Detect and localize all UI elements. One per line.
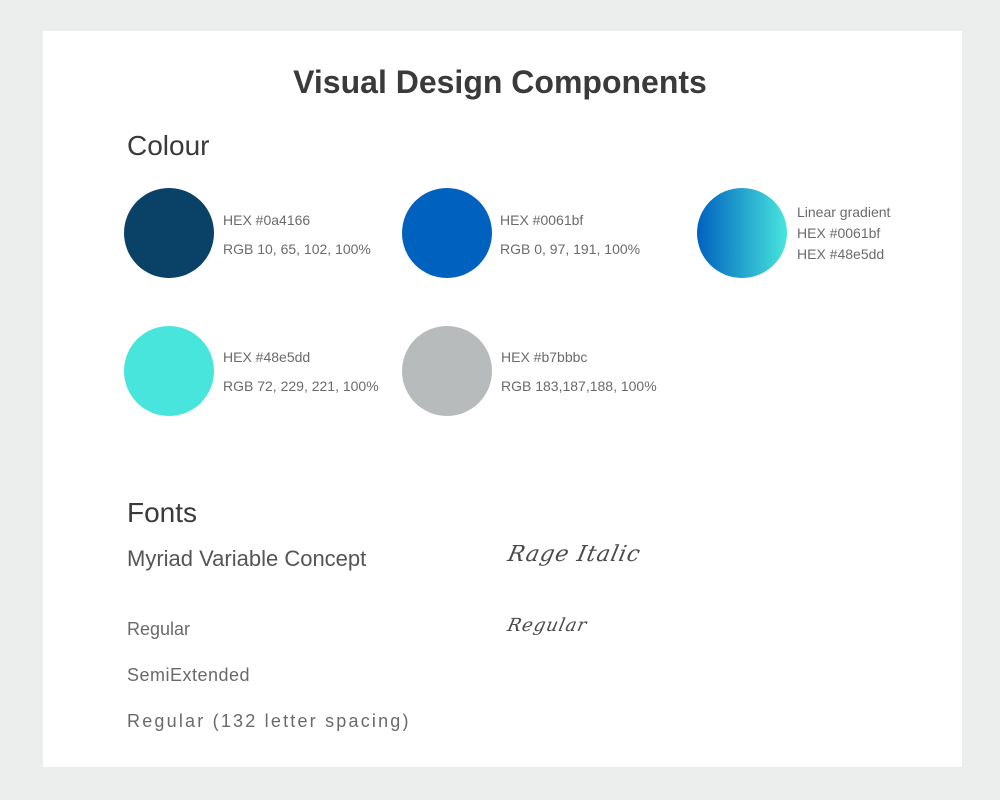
primary-font-style-spaced: Regular (132 letter spacing) [127,711,411,731]
hex-value: HEX #48e5dd [797,246,885,262]
hex-value: HEX #0a4166 [223,212,311,228]
colour-swatch-aqua-info: HEX #48e5dd RGB 72, 229, 221, 100% [223,350,379,393]
primary-font-style-semiextended: SemiExtended [127,665,251,685]
colour-swatch-blue [402,188,492,278]
colour-heading: Colour [127,130,210,161]
rgb-value: RGB 183,187,188, 100% [501,378,657,394]
hex-value: HEX #48e5dd [223,349,311,365]
colour-swatch-gradient-info: Linear gradient HEX #0061bf HEX #48e5dd [797,202,890,265]
fonts-heading: Fonts [127,497,198,528]
page-title: Visual Design Components [293,64,707,100]
colour-swatch-grey-info: HEX #b7bbbc RGB 183,187,188, 100% [501,350,657,393]
script-font-name: Rage Italic [505,542,644,567]
colour-swatch-navy [124,188,214,278]
hex-value: HEX #0061bf [500,212,584,228]
colour-swatch-blue-info: HEX #0061bf RGB 0, 97, 191, 100% [500,213,640,256]
colour-swatch-grey [402,326,492,416]
rgb-value: RGB 10, 65, 102, 100% [223,241,371,257]
hex-value: HEX #0061bf [797,225,881,241]
script-font-style-regular: Regular [505,615,590,636]
rgb-value: RGB 0, 97, 191, 100% [500,241,641,257]
primary-font-name: Myriad Variable Concept [127,546,367,571]
colour-swatch-navy-info: HEX #0a4166 RGB 10, 65, 102, 100% [223,213,371,256]
hex-value: HEX #b7bbbc [501,349,588,365]
rgb-value: RGB 72, 229, 221, 100% [223,378,379,394]
colour-swatch-gradient [697,188,787,278]
gradient-label: Linear gradient [797,204,891,220]
primary-font-style-regular: Regular [127,619,191,639]
colour-swatch-aqua [124,326,214,416]
